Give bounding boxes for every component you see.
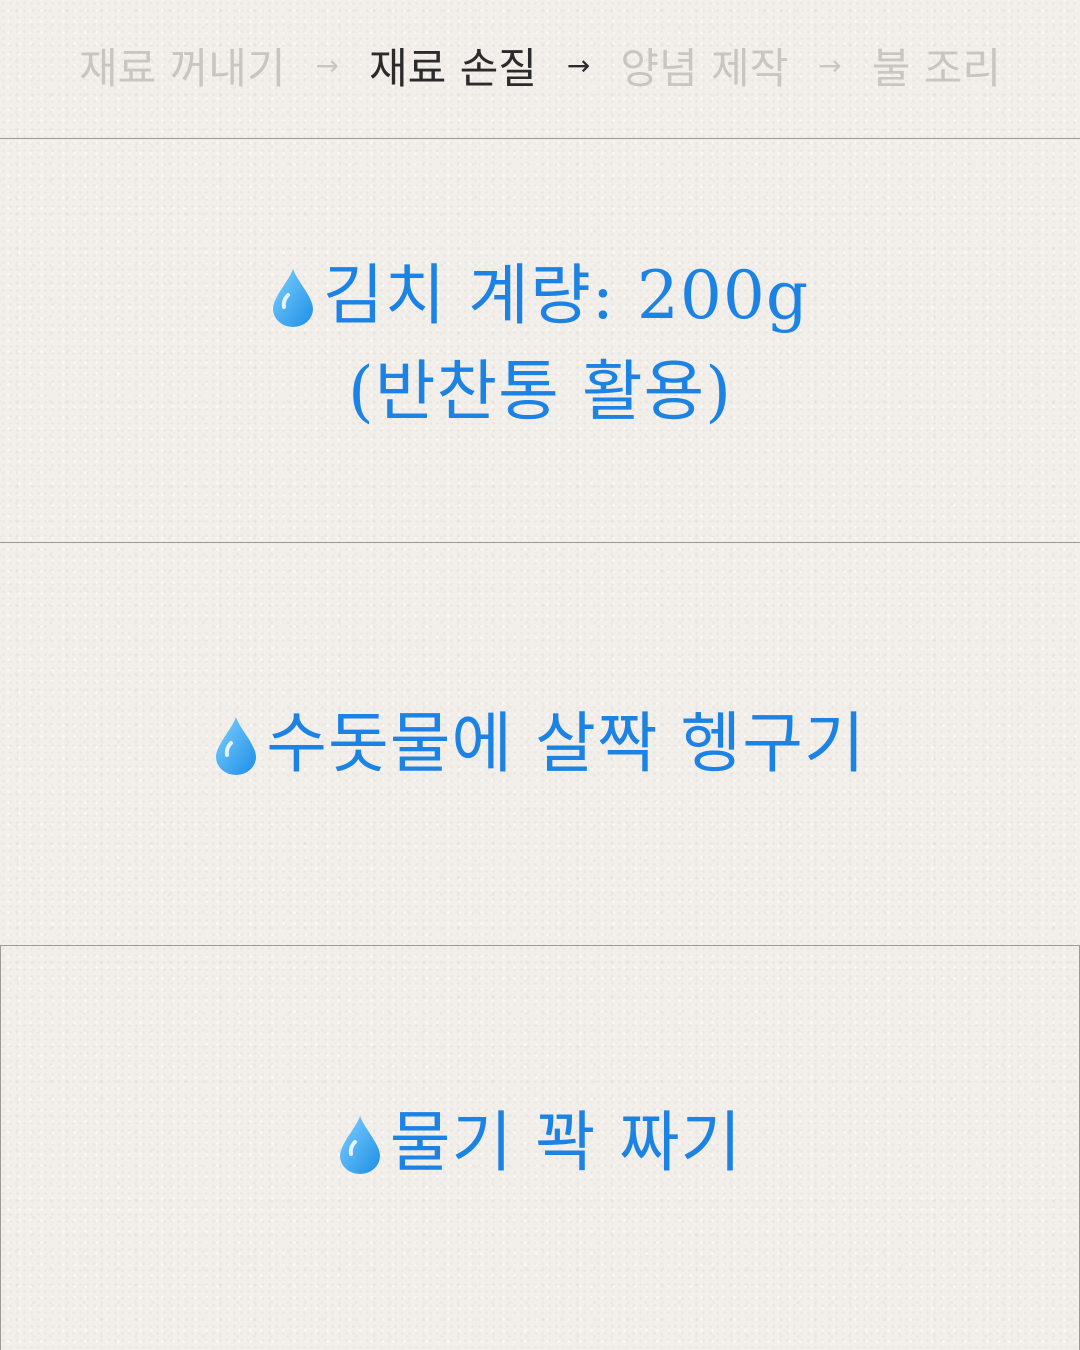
- step-prepare-ingredients: 재료 손질: [368, 43, 537, 93]
- water-drop-icon: [338, 1114, 382, 1176]
- water-drop-icon: [214, 715, 258, 777]
- use-side-dish-container-text: (반찬통 활용): [347, 352, 733, 430]
- step-arrow: →: [315, 48, 339, 82]
- instruction-panel-2: 수돗물에 살짝 헹구기: [0, 543, 1080, 946]
- step-arrow: →: [818, 48, 842, 82]
- instruction-panel-3: 물기 꽉 짜기: [0, 946, 1080, 1350]
- step-breadcrumb: 재료 꺼내기 → 재료 손질 → 양념 제작 → 불 조리: [0, 0, 1080, 139]
- water-drop-icon: [271, 267, 315, 329]
- instruction-text-3: 물기 꽉 짜기: [338, 1095, 743, 1191]
- instruction-text-1: 김치 계량: 200g (반찬통 활용): [271, 248, 809, 440]
- step-make-seasoning: 양념 제작: [620, 43, 789, 93]
- step-fire-cooking: 불 조리: [871, 43, 1002, 93]
- instruction-text-2: 수돗물에 살짝 헹구기: [214, 696, 865, 792]
- squeeze-water-text: 물기 꽉 짜기: [389, 1104, 743, 1181]
- rinse-tap-water-text: 수돗물에 살짝 헹구기: [266, 705, 866, 782]
- measure-kimchi-text: 김치 계량: 200g: [322, 256, 810, 334]
- instruction-panel-1: 김치 계량: 200g (반찬통 활용): [0, 139, 1080, 543]
- step-take-out-ingredients: 재료 꺼내기: [78, 43, 286, 93]
- step-arrow: →: [566, 48, 591, 82]
